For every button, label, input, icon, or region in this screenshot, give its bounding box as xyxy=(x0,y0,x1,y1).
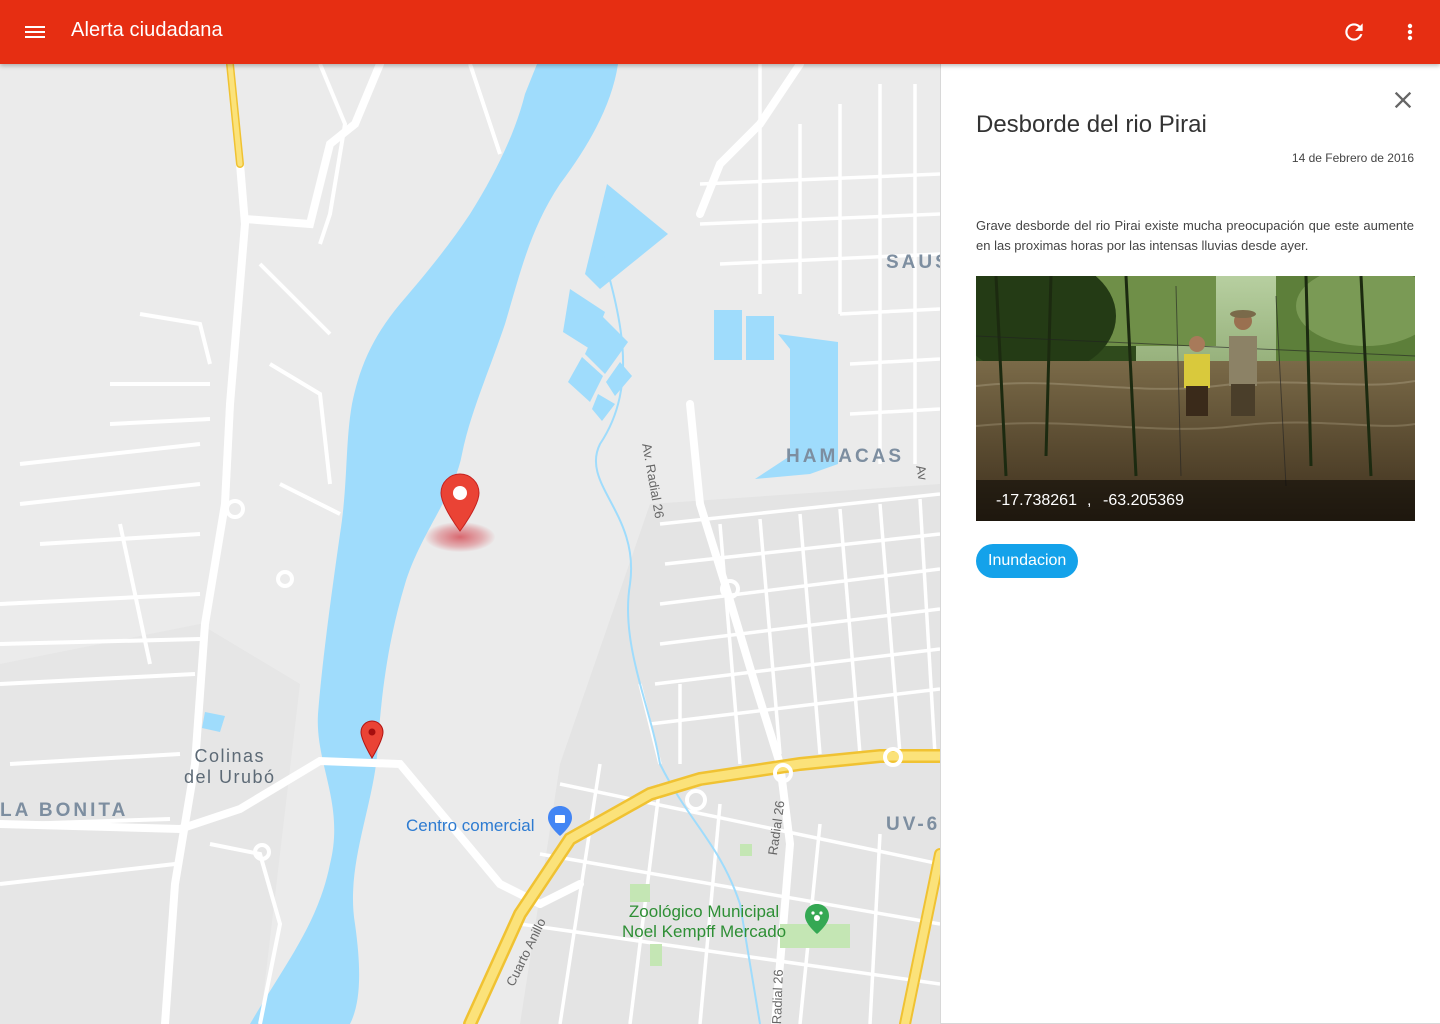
alert-detail-panel: Desborde del rio Pirai 14 de Febrero de … xyxy=(940,64,1440,1024)
coordinates-bar: -17.738261 , -63.205369 xyxy=(976,480,1415,521)
alert-date: 14 de Febrero de 2016 xyxy=(1291,151,1414,165)
more-options-button[interactable] xyxy=(1398,19,1422,45)
longitude-value: -63.205369 xyxy=(1103,492,1184,509)
menu-button[interactable] xyxy=(23,20,47,44)
map-label-radial-26-c: Radial 26 xyxy=(769,969,786,1024)
more-vert-icon xyxy=(1407,23,1413,41)
map-label-zoologico-line1: Zoológico Municipal xyxy=(628,902,780,921)
alert-title: Desborde del rio Pirai xyxy=(976,111,1207,138)
close-button[interactable] xyxy=(1389,86,1417,114)
map-label-zoologico[interactable]: Zoológico Municipal Noel Kempff Mercado xyxy=(622,902,786,942)
latitude-value: -17.738261 xyxy=(996,492,1077,509)
app-bar: Alerta ciudadana xyxy=(0,0,1440,64)
map-label-la-bonita: LA BONITA xyxy=(0,800,129,821)
map-label-centro-comercial[interactable]: Centro comercial xyxy=(406,816,535,836)
coordinates-separator: , xyxy=(1087,492,1092,509)
alert-photo: -17.738261 , -63.205369 xyxy=(976,276,1415,521)
map-marker[interactable] xyxy=(360,720,384,760)
map-marker-selected[interactable] xyxy=(440,473,480,533)
map-label-colinas: Colinas del Urubó xyxy=(184,746,276,788)
map-label-av: Av xyxy=(913,464,931,482)
alert-category-chip[interactable]: Inundacion xyxy=(976,544,1079,578)
map-label-uv: UV-6 xyxy=(886,814,940,835)
menu-icon xyxy=(25,26,45,38)
close-icon xyxy=(1394,91,1412,109)
map-label-colinas-line2: del Urubó xyxy=(184,767,276,787)
refresh-button[interactable] xyxy=(1341,19,1367,45)
map-label-zoologico-line2: Noel Kempff Mercado xyxy=(622,922,787,941)
app-title: Alerta ciudadana xyxy=(71,19,223,41)
map-view[interactable]: SAUS HAMACAS LA BONITA UV-6 Colinas del … xyxy=(0,64,940,1024)
alert-description: Grave desborde del rio Pirai existe much… xyxy=(976,218,1414,253)
map-label-sausal: SAUS xyxy=(886,252,940,273)
map-label-colinas-line1: Colinas xyxy=(194,746,266,766)
refresh-icon xyxy=(1345,23,1363,41)
map-label-hamacas: HAMACAS xyxy=(786,446,905,467)
